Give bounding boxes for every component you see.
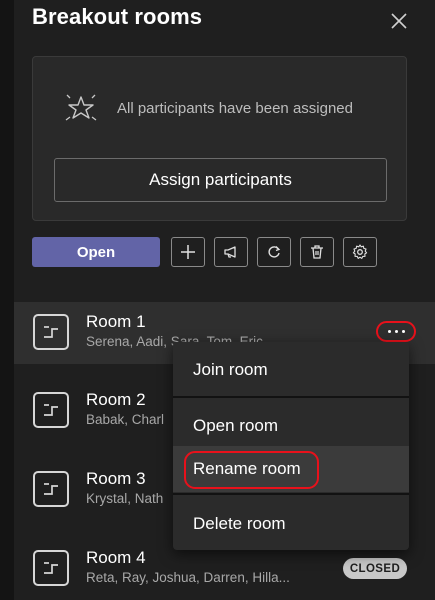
room-name: Room 4: [86, 548, 146, 567]
room-members: Babak, Charl: [86, 412, 165, 427]
menu-item-open-room[interactable]: Open room: [173, 403, 409, 449]
left-edge-strip: [0, 0, 14, 600]
menu-item-delete-room[interactable]: Delete room: [173, 501, 409, 547]
assignment-panel: All participants have been assigned Assi…: [32, 56, 407, 221]
menu-divider: [173, 396, 409, 398]
open-rooms-button[interactable]: Open: [32, 237, 160, 267]
trash-icon: [311, 245, 323, 259]
room-icon: [33, 550, 69, 586]
room-icon: [33, 314, 69, 350]
close-button[interactable]: [388, 10, 410, 32]
assigned-message: All participants have been assigned: [117, 99, 353, 117]
assign-participants-button[interactable]: Assign participants: [54, 158, 387, 202]
room-members: Krystal, Nath: [86, 491, 164, 506]
room-door-icon: [44, 562, 58, 574]
room-members: Reta, Ray, Joshua, Darren, Hilla...: [86, 570, 290, 585]
panel-title: Breakout rooms: [32, 4, 203, 29]
room-name: Room 2: [86, 390, 146, 409]
room-context-menu: Join room Open room Rename room Delete r…: [173, 342, 409, 550]
megaphone-icon: [224, 246, 236, 258]
room-door-icon: [44, 404, 58, 416]
refresh-icon: [268, 246, 281, 258]
room-name: Room 1: [86, 312, 146, 331]
announcement-button[interactable]: [214, 237, 248, 267]
room-settings-button[interactable]: [343, 237, 377, 267]
room-status-badge: CLOSED: [343, 558, 407, 579]
room-name: Room 3: [86, 469, 146, 488]
menu-divider: [173, 493, 409, 495]
plus-icon: [181, 245, 195, 259]
room-icon: [33, 471, 69, 507]
recreate-rooms-button[interactable]: [257, 237, 291, 267]
room-icon: [33, 392, 69, 428]
sparkle-star-icon: [65, 94, 97, 121]
assignment-status: All participants have been assigned: [63, 93, 353, 123]
delete-rooms-button[interactable]: [300, 237, 334, 267]
room-door-icon: [44, 326, 58, 338]
add-room-button[interactable]: [171, 237, 205, 267]
menu-item-join-room[interactable]: Join room: [173, 347, 409, 393]
more-options-button[interactable]: [376, 321, 416, 342]
menu-item-rename-room[interactable]: Rename room: [173, 446, 409, 492]
more-dots-icon: [387, 330, 391, 333]
room-door-icon: [44, 483, 58, 495]
close-icon: [391, 13, 407, 29]
gear-icon: [352, 244, 368, 259]
